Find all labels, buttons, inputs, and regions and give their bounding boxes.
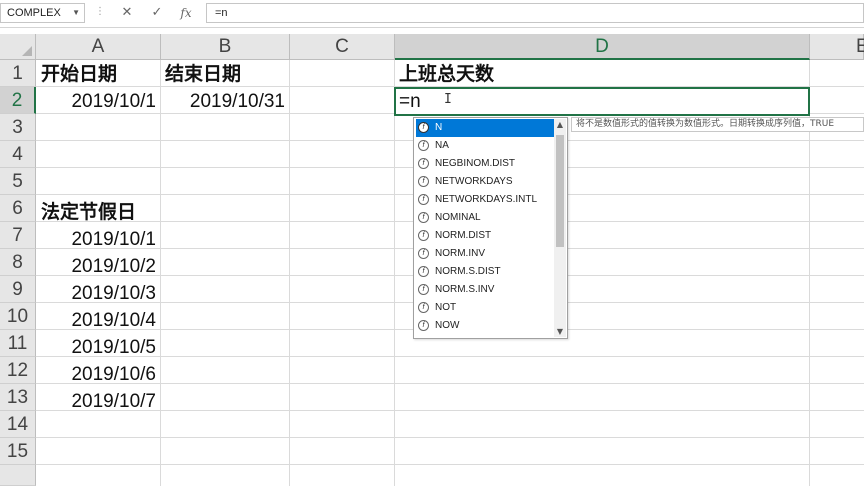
row-header-12[interactable]: 12	[0, 357, 36, 384]
function-tooltip: 将不是数值形式的值转换为数值形式。日期转换成序列值，TRUE	[571, 117, 864, 132]
formula-input[interactable]: =n	[206, 3, 864, 23]
row-header-5[interactable]: 5	[0, 168, 36, 195]
name-box-value: COMPLEX	[7, 7, 61, 19]
row-header-14[interactable]: 14	[0, 411, 36, 438]
function-icon: f	[418, 140, 429, 151]
row-header-3[interactable]: 3	[0, 114, 36, 141]
column-header-c[interactable]: C	[290, 34, 395, 60]
function-icon: f	[418, 194, 429, 205]
cell-d1[interactable]: 上班总天数	[396, 61, 494, 88]
function-icon: f	[418, 266, 429, 277]
cell-a10[interactable]: 2019/10/4	[36, 307, 160, 334]
name-box[interactable]: COMPLEX ▼	[0, 3, 85, 23]
cell-b2[interactable]: 2019/10/31	[160, 88, 289, 115]
cell-a13[interactable]: 2019/10/7	[36, 388, 160, 415]
autocomplete-item[interactable]: f NOT	[416, 299, 554, 317]
autocomplete-item[interactable]: f NOW	[416, 317, 554, 335]
function-icon: f	[418, 230, 429, 241]
autocomplete-item[interactable]: f NEGBINOM.DIST	[416, 155, 554, 173]
row-header-11[interactable]: 11	[0, 330, 36, 357]
select-all-button[interactable]	[0, 34, 36, 60]
row-header-10[interactable]: 10	[0, 303, 36, 330]
gridline	[289, 60, 290, 486]
chevron-down-icon[interactable]: ▼	[554, 327, 566, 336]
row-header-2[interactable]: 2	[0, 87, 36, 114]
cell-a8[interactable]: 2019/10/2	[36, 253, 160, 280]
scrollbar-thumb[interactable]	[556, 135, 564, 247]
autocomplete-item[interactable]: f NA	[416, 137, 554, 155]
function-icon: f	[418, 122, 429, 133]
function-icon: fx	[180, 6, 192, 20]
close-icon: ✕	[121, 5, 133, 20]
chevron-up-icon[interactable]: ▲	[554, 120, 566, 129]
row-header-8[interactable]: 8	[0, 249, 36, 276]
autocomplete-scrollbar[interactable]: ▲ ▼	[554, 119, 566, 337]
text-cursor-icon: I	[444, 92, 452, 107]
row-header-7[interactable]: 7	[0, 222, 36, 249]
active-cell-d2[interactable]: =n	[394, 87, 810, 116]
column-header-e[interactable]: E	[810, 34, 864, 60]
check-icon: ✓	[151, 5, 163, 20]
gridline	[36, 464, 864, 465]
cell-a9[interactable]: 2019/10/3	[36, 280, 160, 307]
row-header-13[interactable]: 13	[0, 384, 36, 411]
gridline	[36, 410, 864, 411]
column-header-a[interactable]: A	[36, 34, 161, 60]
autocomplete-item[interactable]: f NORM.S.INV	[416, 281, 554, 299]
cell-b1[interactable]: 结束日期	[162, 61, 241, 88]
function-icon: f	[418, 248, 429, 259]
autocomplete-item[interactable]: f NORM.INV	[416, 245, 554, 263]
autocomplete-item[interactable]: f NORM.DIST	[416, 227, 554, 245]
cell-d2-value: =n	[399, 91, 421, 112]
function-icon: f	[418, 212, 429, 223]
chevron-down-icon[interactable]: ▼	[72, 4, 80, 22]
function-icon: f	[418, 302, 429, 313]
gridline	[36, 356, 864, 357]
cell-a11[interactable]: 2019/10/5	[36, 334, 160, 361]
gridline	[394, 60, 395, 486]
autocomplete-item[interactable]: f NETWORKDAYS.INTL	[416, 191, 554, 209]
gridline	[160, 60, 161, 486]
row-header-6[interactable]: 6	[0, 195, 36, 222]
insert-function-button[interactable]: fx	[174, 3, 198, 23]
column-header-d[interactable]: D	[395, 34, 810, 60]
autocomplete-item[interactable]: fN	[416, 119, 554, 137]
function-icon: f	[418, 284, 429, 295]
cell-a6[interactable]: 法定节假日	[38, 199, 136, 226]
cell-a1[interactable]: 开始日期	[38, 61, 117, 88]
gridline	[36, 437, 864, 438]
function-icon: f	[418, 176, 429, 187]
function-icon: f	[418, 320, 429, 331]
row-header-9[interactable]: 9	[0, 276, 36, 303]
formula-text: =n	[215, 7, 228, 19]
autocomplete-item[interactable]: f NETWORKDAYS	[416, 173, 554, 191]
enter-button[interactable]: ✓	[145, 3, 169, 23]
cell-a12[interactable]: 2019/10/6	[36, 361, 160, 388]
autocomplete-item[interactable]: f NORM.S.DIST	[416, 263, 554, 281]
cell-a2[interactable]: 2019/10/1	[36, 88, 160, 115]
drag-handle-icon[interactable]: ⋮	[95, 6, 105, 17]
row-header-1[interactable]: 1	[0, 60, 36, 87]
row-header-16[interactable]	[0, 465, 36, 486]
column-header-b[interactable]: B	[161, 34, 290, 60]
row-header-4[interactable]: 4	[0, 141, 36, 168]
gridline	[36, 383, 864, 384]
function-icon: f	[418, 158, 429, 169]
cancel-button[interactable]: ✕	[115, 3, 139, 23]
function-autocomplete-list[interactable]: fN f NA f NEGBINOM.DIST f NETWORKDAYS f NETW…	[413, 117, 568, 339]
row-header-15[interactable]: 15	[0, 438, 36, 465]
cell-a7[interactable]: 2019/10/1	[36, 226, 160, 253]
formula-bar: COMPLEX ▼ ⋮ ✕ ✓ fx =n	[0, 0, 864, 28]
autocomplete-item[interactable]: f NOMINAL	[416, 209, 554, 227]
